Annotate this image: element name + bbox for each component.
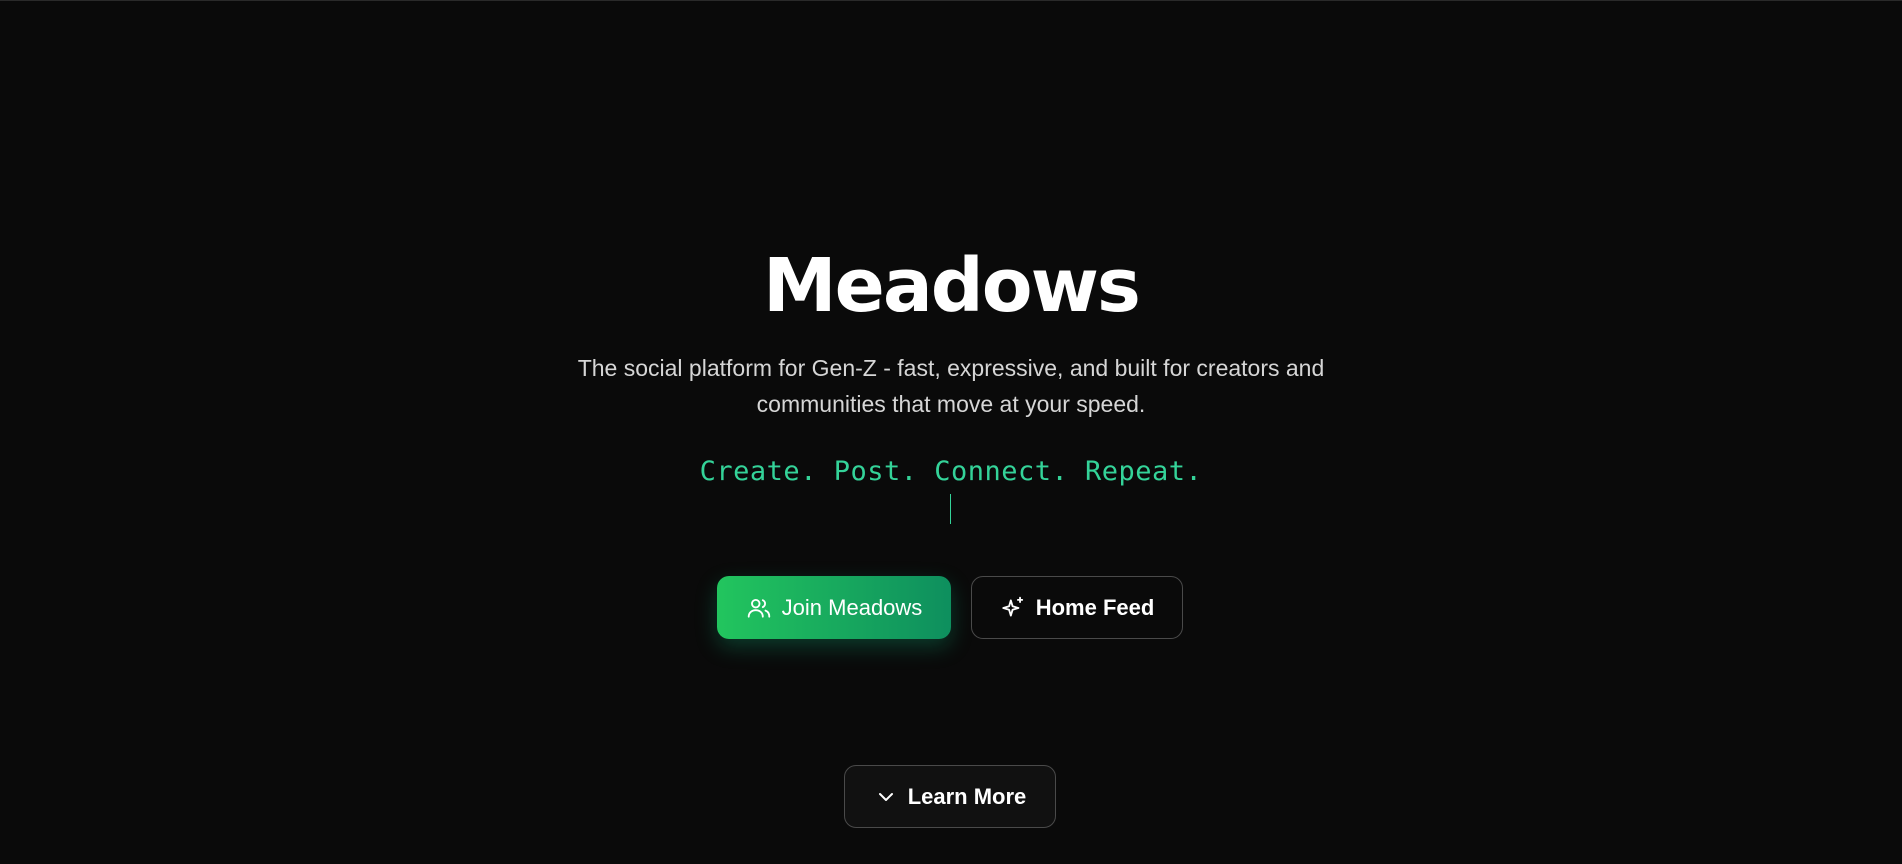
page-title: Meadows <box>763 243 1141 329</box>
typing-tagline: Create. Post. Connect. Repeat. <box>699 456 1203 487</box>
home-feed-label: Home Feed <box>1035 594 1155 620</box>
hero-section: Meadows The social platform for Gen-Z - … <box>0 0 1902 864</box>
learn-more-button[interactable]: Learn More <box>844 765 1056 828</box>
join-meadows-button[interactable]: Join Meadows <box>717 576 951 639</box>
learn-more-label: Learn More <box>907 783 1027 809</box>
typing-cursor <box>950 494 951 524</box>
users-icon <box>746 595 772 621</box>
join-meadows-label: Join Meadows <box>781 594 923 620</box>
hero-subtitle: The social platform for Gen-Z - fast, ex… <box>577 355 1325 417</box>
sparkles-icon <box>1000 595 1026 621</box>
home-feed-button[interactable]: Home Feed <box>971 576 1183 639</box>
chevron-down-icon <box>874 785 898 809</box>
